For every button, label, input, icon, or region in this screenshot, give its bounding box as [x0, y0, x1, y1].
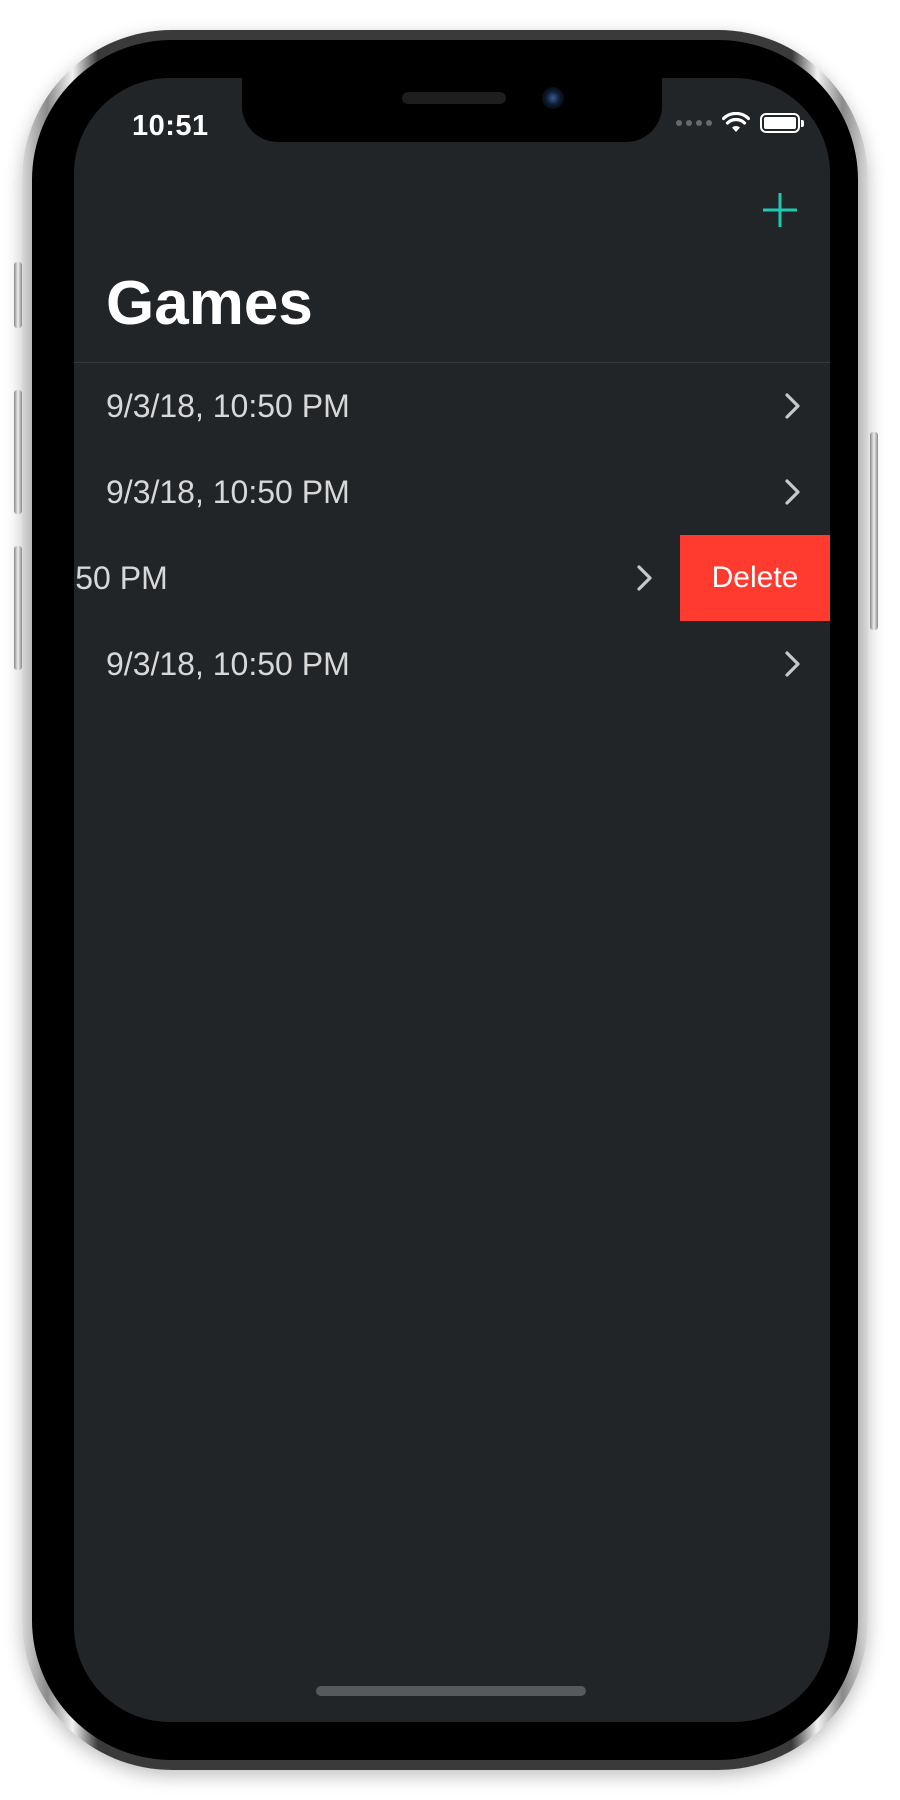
- screen: 10:51 Games 9/3/18, 10:50 PM 9/3/18, 10:…: [74, 78, 830, 1722]
- game-row-2[interactable]: 9/3/18, 10:50 PM: [74, 449, 830, 535]
- games-list: 9/3/18, 10:50 PM 9/3/18, 10:50 PM 9/3/18…: [74, 362, 830, 707]
- speaker-grille: [402, 92, 506, 104]
- status-indicators: [676, 112, 804, 134]
- row-content: 9/3/18, 10:50 PM: [106, 621, 830, 707]
- battery-icon: [760, 113, 804, 133]
- home-indicator[interactable]: [316, 1686, 586, 1696]
- volume-up-button: [14, 390, 22, 514]
- game-date-label: 9/3/18, 10:50 PM: [106, 387, 350, 424]
- game-row-3[interactable]: 9/3/18, 10:50 PM Delete: [74, 535, 830, 621]
- row-content: 9/3/18, 10:50 PM: [106, 363, 830, 449]
- chevron-right-icon: [785, 651, 800, 677]
- power-button: [870, 432, 878, 630]
- chevron-right-icon: [785, 393, 800, 419]
- status-time: 10:51: [132, 110, 209, 142]
- cellular-signal-icon: [676, 120, 712, 126]
- silent-switch: [14, 262, 22, 328]
- front-camera: [542, 87, 564, 109]
- chevron-right-icon: [785, 479, 800, 505]
- game-date-label: 9/3/18, 10:50 PM: [74, 559, 168, 596]
- page-title: Games: [106, 269, 313, 338]
- add-game-button[interactable]: [760, 190, 800, 230]
- notch: [242, 78, 662, 142]
- row-content: 9/3/18, 10:50 PM: [106, 449, 830, 535]
- chevron-right-icon: [637, 565, 652, 591]
- game-date-label: 9/3/18, 10:50 PM: [106, 473, 350, 510]
- volume-down-button: [14, 546, 22, 670]
- wifi-icon: [722, 112, 750, 132]
- plus-icon: [763, 193, 797, 227]
- game-row-4[interactable]: 9/3/18, 10:50 PM: [74, 621, 830, 707]
- game-date-label: 9/3/18, 10:50 PM: [106, 645, 350, 682]
- delete-button[interactable]: Delete: [680, 535, 830, 621]
- game-row-1[interactable]: 9/3/18, 10:50 PM: [74, 363, 830, 449]
